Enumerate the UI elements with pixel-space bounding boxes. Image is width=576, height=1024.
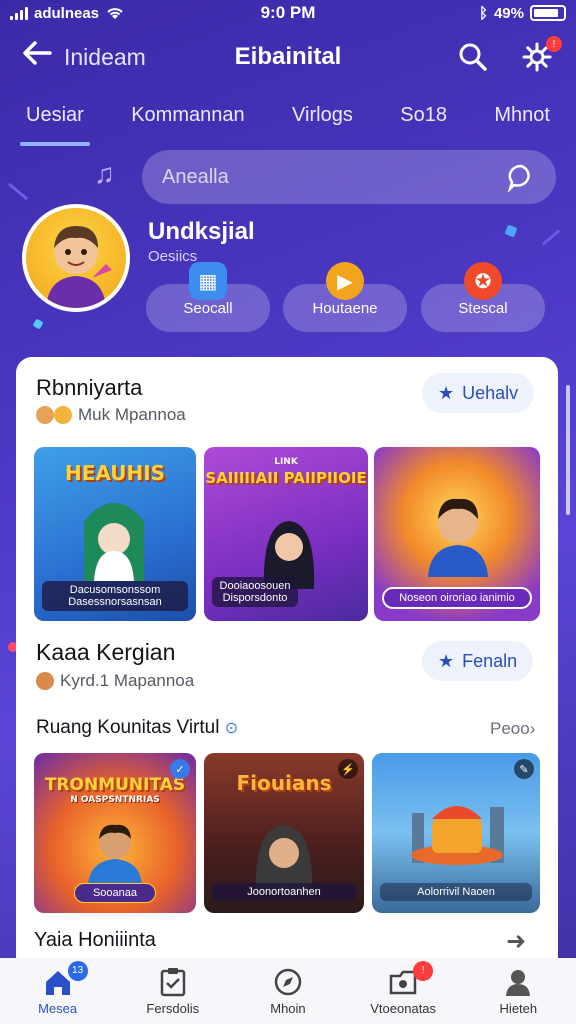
quick-action-label: Stescal — [458, 299, 508, 317]
tab-virlogs[interactable]: Virlogs — [282, 96, 363, 140]
scrollbar[interactable] — [566, 385, 570, 515]
section-title: Kaaa Kergian — [36, 639, 176, 665]
community-tile-2[interactable]: Fiouians ⚡ Joonortoanhen — [204, 753, 364, 913]
link-icon: ⊙ — [224, 720, 239, 737]
tile-banner: Sooanaa — [74, 883, 156, 903]
community-tile-1[interactable]: TRONMUNITAS N OASPSNTNRIAS ✓ Sooanaa — [34, 753, 196, 913]
back-label[interactable]: Inideam — [64, 44, 146, 71]
tile-heading: SAIIIIIAII PAIIPIIOIE — [205, 469, 367, 487]
confetti-shape — [541, 229, 561, 246]
controller-icon: ✪ — [464, 262, 502, 300]
nav-label: Vtoeonatas — [370, 1000, 437, 1016]
search-icon — [459, 43, 487, 71]
settings-button[interactable]: ! — [520, 36, 562, 74]
featured-tile-2[interactable]: LINK SAIIIIIAII PAIIPIIOIE Dooiaoosouen … — [204, 447, 368, 621]
featured-tile-1[interactable]: HEAUHIS Dacusomsonssom Dasessnorsasnsan — [34, 447, 196, 621]
confetti-shape — [7, 182, 29, 201]
notification-badge: ! — [546, 36, 562, 52]
category-tabs: Uesiar Kommannan Virlogs So18 Mhnot — [16, 96, 560, 146]
tile-heading: TRONMUNITAS — [44, 775, 186, 795]
tile-heading: HEAUHIS — [64, 461, 166, 485]
profile-icon — [503, 967, 533, 997]
battery-icon — [530, 5, 566, 21]
calendar-icon: ▦ — [189, 262, 227, 300]
confetti-shape — [504, 224, 518, 238]
nav-label: Fersdolis — [146, 1000, 200, 1016]
follow-button[interactable]: ★ Uehalv — [422, 373, 535, 413]
tile-subheading: LINK — [274, 457, 298, 467]
tab-mhnot[interactable]: Mhnot — [484, 96, 560, 140]
follow-button-label: Fenaln — [462, 650, 518, 671]
tile-banner: Dooiaoosouen Disporsdonto — [212, 577, 298, 607]
star-icon: ★ — [438, 382, 455, 403]
nav-item-mhoin[interactable]: Mhoin — [238, 967, 338, 1016]
clock: 9:0 PM — [260, 3, 316, 22]
music-note-icon[interactable]: ♫ — [94, 158, 115, 190]
nav-item-hieteh[interactable]: Hieteh — [468, 967, 568, 1016]
tile-subheading: N OASPSNTNRIAS — [70, 795, 160, 805]
status-bar: adulneas 9:0 PM ᛒ 49% — [0, 0, 576, 26]
search-input[interactable] — [162, 165, 506, 189]
section-subtitle-text: Muk Mpannoa — [78, 405, 186, 424]
lightning-icon: ⚡ — [338, 759, 358, 779]
back-arrow-icon[interactable] — [22, 40, 56, 74]
nav-label: Hieteh — [499, 1000, 538, 1016]
bottom-navigation: 13 Mesea Fersdolis Mhoin ! Vtoeonatas Hi… — [0, 958, 576, 1024]
nav-item-home[interactable]: 13 Mesea — [8, 960, 108, 1016]
see-more-link[interactable]: Peoo› — [490, 719, 535, 739]
clipboard-icon — [158, 967, 188, 997]
profile-name: Undksjial — [148, 218, 255, 245]
nav-badge: ! — [413, 960, 434, 981]
profile-subtitle: Oesiics — [148, 248, 198, 265]
confetti-shape — [32, 318, 44, 330]
nav-item-vtoeonatas[interactable]: ! Vtoeonatas — [353, 960, 453, 1016]
quick-action-label: Houtaene — [312, 299, 378, 317]
section-subtitle: Muk Mpannoa — [36, 405, 186, 425]
tab-kommannan[interactable]: Kommannan — [121, 96, 254, 140]
follow-button[interactable]: ★ Fenaln — [422, 641, 534, 681]
chat-bubble-icon[interactable] — [506, 162, 536, 192]
section-subtitle-text: Kyrd.1 Mapannoa — [60, 671, 195, 690]
quick-action-seocall[interactable]: ▦ Seocall — [146, 262, 270, 332]
see-more-text: Peoo — [490, 719, 530, 738]
star-icon: ★ — [438, 650, 455, 671]
tile-banner: Noseon oiroriao ianimio — [382, 587, 532, 609]
quick-action-stescal[interactable]: ✪ Stescal — [421, 262, 545, 332]
quick-action-label: Seocall — [183, 299, 233, 317]
section-subtitle: Kyrd.1 Mapannoa — [36, 671, 194, 691]
search-bar[interactable] — [142, 150, 556, 204]
app-header: Inideam Eibainital ! — [0, 30, 576, 84]
nav-label: Mesea — [38, 1000, 78, 1016]
search-button[interactable] — [456, 40, 490, 74]
mini-avatar — [36, 672, 54, 690]
nav-item-fersdolis[interactable]: Fersdolis — [123, 967, 223, 1016]
featured-tile-3[interactable]: Noseon oiroriao ianimio — [374, 447, 540, 621]
tile-banner: Joonortoanhen — [212, 883, 356, 901]
chevron-right-icon: › — [529, 719, 536, 738]
section-title-text: Ruang Kounitas Virtul — [36, 717, 220, 738]
play-icon: ▶ — [326, 262, 364, 300]
community-tile-3[interactable]: ✎ Aolorrivil Naoen — [372, 753, 540, 913]
tile-banner: Dacusomsonssom Dasessnorsasnsan — [42, 581, 188, 611]
tab-so18[interactable]: So18 — [390, 96, 457, 140]
section-title: Yaia Honiiinta — [34, 929, 156, 951]
tab-uesiar[interactable]: Uesiar — [16, 96, 94, 146]
user-avatar[interactable] — [22, 204, 130, 312]
arrow-right-icon[interactable]: ➜ — [506, 927, 526, 956]
mini-avatar — [36, 406, 54, 424]
section-title: Ruang Kounitas Virtul ⊙ — [36, 717, 238, 739]
content-card: Rbnniyarta Muk Mpannoa ★ Uehalv HEAUHIS … — [16, 357, 558, 997]
follow-button-label: Uehalv — [462, 382, 519, 403]
mini-avatar — [54, 406, 72, 424]
edit-icon: ✎ — [514, 759, 534, 779]
quick-action-houtaene[interactable]: ▶ Houtaene — [283, 262, 407, 332]
nav-badge: 13 — [67, 960, 88, 981]
tile-banner: Aolorrivil Naoen — [380, 883, 532, 901]
verified-icon: ✓ — [170, 759, 190, 779]
section-title: Rbnniyarta — [36, 375, 143, 400]
compass-icon — [273, 967, 303, 997]
nav-label: Mhoin — [270, 1000, 306, 1016]
